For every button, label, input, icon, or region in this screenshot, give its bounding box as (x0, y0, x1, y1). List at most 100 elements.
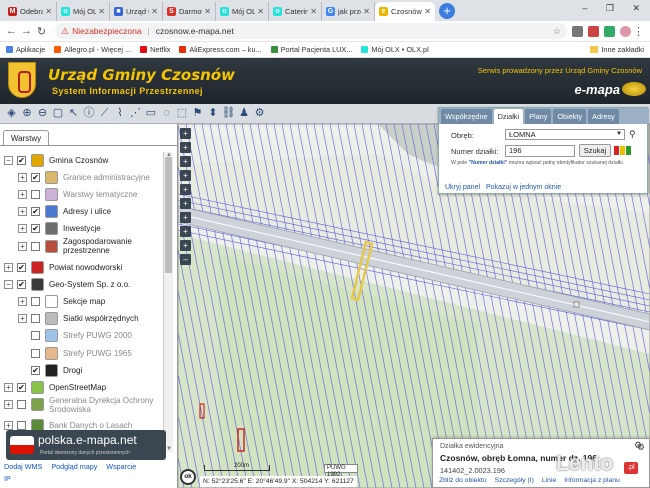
bookmark-item[interactable]: AliExpress.com – ku... (179, 45, 262, 54)
close-tab-icon[interactable]: ✕ (204, 7, 211, 16)
url-field[interactable]: ⚠ Niezabezpieczona | czosnow.e-mapa.net … (55, 23, 567, 39)
bookmark-item[interactable]: Netflix (140, 45, 170, 54)
map-control-button[interactable]: + (180, 226, 191, 237)
warning-icon[interactable]: ⚠ (61, 26, 69, 37)
yellow-marker-icon[interactable] (620, 146, 625, 155)
zoom-in-icon[interactable]: ⊕ (20, 106, 35, 121)
scrollbar-thumb[interactable] (165, 157, 172, 273)
layer-row[interactable]: + Zagospodarowanie przestrzenne (18, 237, 132, 255)
map-control-button[interactable]: + (180, 156, 191, 167)
ip-link[interactable]: IP (4, 476, 11, 483)
close-tab-icon[interactable]: ✕ (424, 7, 431, 16)
pointer-icon[interactable]: ↖ (66, 106, 81, 121)
browser-tab[interactable]: ■Urząd G✕ (110, 2, 163, 21)
layer-checkbox[interactable] (31, 241, 40, 251)
ok-button[interactable]: ok (180, 469, 196, 485)
layer-row[interactable]: + Generalna Dyrekcja Ochrony Środowiska (4, 396, 153, 414)
layer-row[interactable]: + Warstwy tematyczne (18, 186, 137, 202)
forward-icon[interactable]: → (19, 25, 34, 37)
map-control-button[interactable]: + (180, 212, 191, 223)
polska-emapa-banner[interactable]: polska.e-mapa.net Portal stworzony danyc… (6, 430, 166, 460)
layer-checkbox[interactable]: ✔ (31, 172, 40, 182)
expand-icon[interactable]: + (4, 421, 13, 431)
layer-row[interactable]: Strefy PUWG 1965 (18, 345, 132, 361)
close-tab-icon[interactable]: ✕ (257, 7, 264, 16)
search-tab[interactable]: Adresy (588, 109, 619, 124)
expand-icon[interactable]: + (18, 241, 27, 251)
map-control-button[interactable]: + (180, 142, 191, 153)
layer-checkbox[interactable] (31, 348, 40, 358)
chevron-down-icon[interactable]: ▼ (616, 130, 622, 139)
other-bookmarks[interactable]: Inne zakładki (590, 45, 644, 54)
close-tab-icon[interactable]: ✕ (310, 7, 317, 16)
measure-point-icon[interactable]: ⋰ (128, 106, 143, 121)
hide-panel-link[interactable]: Ukryj panel (445, 184, 480, 191)
user-icon[interactable]: ♟ (237, 106, 252, 121)
select-icon[interactable]: ⬚ (175, 106, 190, 121)
bookmark-icon[interactable]: ⚑ (190, 106, 205, 121)
layer-checkbox[interactable] (17, 400, 26, 410)
browser-tab[interactable]: oMój OLX✕ (57, 2, 110, 21)
layer-checkbox[interactable]: ✔ (17, 382, 26, 392)
obreb-select[interactable]: ŁOMNA ▼ (505, 129, 625, 140)
search-tab[interactable]: Obiekty (553, 109, 587, 124)
layer-row[interactable]: + ✔ Granice administracyjne (18, 169, 150, 185)
zoom-out-icon[interactable]: ⊖ (35, 106, 50, 121)
plan-info-link[interactable]: Informacja z planu (564, 477, 620, 484)
link-icon[interactable]: ⛓ (221, 106, 236, 121)
layer-checkbox[interactable] (31, 314, 40, 324)
layer-row[interactable]: + ✔ Adresy i ulice (18, 204, 111, 220)
search-tab[interactable]: Plany (525, 109, 552, 124)
zoom-extent-icon[interactable]: ▢ (51, 106, 66, 121)
layer-row[interactable]: ✔ Drogi (18, 362, 82, 378)
map-control-button[interactable]: + (180, 198, 191, 209)
pdf-extension-icon[interactable] (588, 25, 599, 37)
close-tab-icon[interactable]: ✕ (151, 7, 158, 16)
map-control-button[interactable]: + (180, 170, 191, 181)
expand-icon[interactable]: + (18, 314, 27, 324)
layer-checkbox[interactable]: ✔ (31, 207, 40, 217)
bookmark-item[interactable]: Allegro.pl - Więcej ... (54, 45, 131, 54)
settings-icon[interactable]: ⚙ (252, 106, 267, 121)
support-link[interactable]: Wsparcie (106, 462, 136, 471)
red-marker-icon[interactable] (614, 146, 619, 155)
layers-scrollbar[interactable]: ▲ ▼ (163, 152, 173, 452)
map-control-button[interactable]: + (180, 240, 191, 251)
other-bookmarks-label[interactable]: Inne zakładki (601, 45, 644, 54)
search-tab[interactable]: Działki (493, 109, 524, 124)
settings-icon[interactable]: ⚙ (634, 440, 642, 451)
new-tab-button[interactable]: + (439, 3, 455, 19)
parcel-number-input[interactable]: 196 (505, 145, 575, 157)
expand-icon[interactable]: + (4, 400, 13, 410)
coordinate-system-select[interactable]: PUWG 1992 (324, 464, 358, 478)
expand-icon[interactable]: + (18, 224, 27, 234)
expand-icon[interactable]: + (4, 262, 13, 272)
browser-tab[interactable]: Gjak przec✕ (322, 2, 375, 21)
layers-icon[interactable]: ◈ (4, 106, 19, 121)
close-tab-icon[interactable]: ✕ (98, 7, 105, 16)
search-tab[interactable]: Współrzędne (441, 109, 492, 124)
layer-checkbox[interactable] (17, 421, 26, 431)
browser-tab[interactable]: oMój OLX✕ (216, 2, 269, 21)
layer-row[interactable]: + ✔ OpenStreetMap (4, 379, 106, 395)
back-icon[interactable]: ← (4, 25, 19, 37)
layer-checkbox[interactable]: ✔ (17, 262, 26, 272)
map-control-button[interactable]: + (180, 128, 191, 139)
close-tab-icon[interactable]: ✕ (45, 7, 52, 16)
reload-icon[interactable]: ↻ (34, 25, 49, 38)
close-tab-icon[interactable]: ✕ (363, 7, 370, 16)
measure-line-icon[interactable]: ⟋ (97, 106, 112, 121)
expand-icon[interactable]: + (18, 207, 27, 217)
browser-tab[interactable]: SDarmowe✕ (163, 2, 216, 21)
expand-icon[interactable]: + (18, 172, 27, 182)
gps-icon[interactable]: ◌ (159, 106, 174, 121)
expand-icon[interactable]: + (18, 189, 27, 199)
layer-checkbox[interactable]: ✔ (17, 279, 26, 289)
map-control-button[interactable]: + (180, 184, 191, 195)
layer-row[interactable]: + ✔ Powiat nowodworski (4, 259, 122, 275)
expand-icon[interactable]: + (18, 296, 27, 306)
layer-row[interactable]: Strefy PUWG 2000 (18, 328, 132, 344)
lines-link[interactable]: Linie (542, 477, 556, 484)
extension-icon[interactable] (604, 25, 615, 37)
avatar[interactable] (620, 25, 631, 37)
